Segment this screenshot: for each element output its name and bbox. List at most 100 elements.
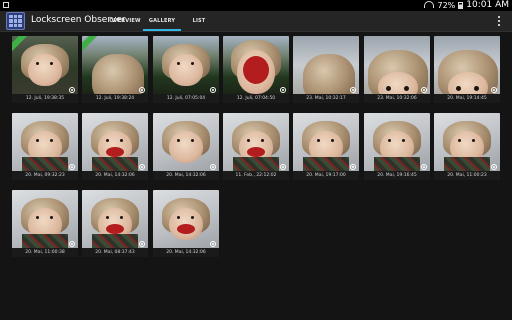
thumbnail-timestamp: 20. Mai, 19:16:45 — [364, 171, 430, 180]
puppet-sweater — [22, 234, 68, 248]
tab-list[interactable]: LIST — [183, 11, 215, 31]
puppet-sweater — [92, 157, 138, 171]
puppet-eye — [456, 86, 461, 91]
location-target-icon — [69, 164, 75, 170]
thumbnail-timestamp: 11. Feb., 22:12:02 — [223, 171, 289, 180]
tab-overview[interactable]: OVERVIEW — [105, 11, 145, 31]
gallery-thumbnail[interactable]: 12. Juli, 19:38:24 — [82, 36, 148, 103]
puppet-eye — [474, 86, 479, 91]
thumbnail-photo — [153, 190, 219, 248]
puppet-eye — [191, 62, 194, 65]
puppet-hair — [303, 54, 355, 94]
puppet-eye — [177, 139, 180, 142]
location-target-icon — [139, 87, 145, 93]
puppet-eye — [120, 216, 123, 219]
gallery-thumbnail[interactable]: 23. Mai, 10:32:06 — [364, 36, 430, 103]
puppet-eye — [177, 62, 180, 65]
battery-percent: 72% — [437, 1, 456, 10]
action-bar: Lockscreen Observer OVERVIEW GALLERY LIS… — [0, 11, 512, 32]
overflow-menu-icon[interactable] — [495, 14, 503, 28]
status-bar: 72% 10:01 AM — [0, 0, 512, 11]
location-target-icon — [210, 241, 216, 247]
puppet-eye — [106, 139, 109, 142]
puppet-eye — [404, 86, 409, 91]
thumbnail-timestamp: 12. Juli, 19:38:24 — [82, 94, 148, 103]
puppet-eye — [386, 86, 391, 91]
thumbnail-photo — [434, 36, 500, 94]
gallery-thumbnail[interactable]: 20. Mai, 14:32:06 — [153, 113, 219, 180]
gallery-thumbnail[interactable]: 20. Mai, 14:32:06 — [153, 190, 219, 257]
location-target-icon — [421, 87, 427, 93]
thumbnail-timestamp: 20. Mai, 19:17:00 — [293, 171, 359, 180]
gallery-thumbnail[interactable]: 12. Juli, 19:38:35 — [12, 36, 78, 103]
puppet-eye — [191, 216, 194, 219]
location-target-icon — [280, 164, 286, 170]
gallery-thumbnail[interactable]: 20. Mai, 19:17:00 — [293, 113, 359, 180]
location-target-icon — [350, 164, 356, 170]
puppet-eye — [50, 62, 53, 65]
wifi-icon — [424, 1, 435, 8]
app-icon[interactable] — [6, 12, 25, 30]
thumbnail-photo — [153, 36, 219, 94]
location-target-icon — [350, 87, 356, 93]
thumbnail-photo — [223, 113, 289, 171]
puppet-sweater — [92, 234, 138, 248]
thumbnail-timestamp: 23. Mai, 10:32:06 — [364, 94, 430, 103]
thumbnail-timestamp: 23. Mai, 10:32:17 — [293, 94, 359, 103]
puppet-eye — [177, 216, 180, 219]
gallery-thumbnail[interactable]: 23. Mai, 10:32:17 — [293, 36, 359, 103]
location-target-icon — [491, 164, 497, 170]
puppet-sweater — [374, 157, 420, 171]
puppet-mouth — [177, 224, 195, 234]
puppet-eye — [472, 139, 475, 142]
thumbnail-timestamp: 20. Mai, 11:00:38 — [12, 248, 78, 257]
gallery-thumbnail[interactable]: 20. Mai, 19:14:45 — [434, 36, 500, 103]
location-target-icon — [280, 87, 286, 93]
puppet-eye — [120, 139, 123, 142]
thumbnail-photo — [293, 36, 359, 94]
thumbnail-timestamp: 20. Mai, 11:00:23 — [434, 171, 500, 180]
gallery-thumbnail[interactable]: 20. Mai, 09:32:23 — [12, 113, 78, 180]
thumbnail-timestamp: 20. Mai, 09:32:23 — [12, 171, 78, 180]
gallery-thumbnail[interactable]: 20. Mai, 19:16:45 — [364, 113, 430, 180]
location-target-icon — [139, 241, 145, 247]
gallery-thumbnail[interactable]: 11. Feb., 22:12:02 — [223, 113, 289, 180]
puppet-eye — [106, 216, 109, 219]
location-target-icon — [69, 241, 75, 247]
gallery-thumbnail[interactable]: 12. Juli, 07:04:50 — [223, 36, 289, 103]
photo-gallery-grid: 12. Juli, 19:38:35 12. Juli, 19:38:24 12. … — [0, 32, 512, 320]
location-target-icon — [210, 164, 216, 170]
puppet-eye — [50, 139, 53, 142]
thumbnail-photo — [82, 113, 148, 171]
status-icons: 72% 10:01 AM — [424, 0, 509, 11]
puppet-face — [378, 72, 418, 94]
gallery-thumbnail[interactable]: 20. Mai, 11:00:38 — [12, 190, 78, 257]
puppet-face — [169, 54, 203, 86]
gallery-notification-icon — [3, 2, 9, 8]
location-target-icon — [139, 164, 145, 170]
puppet-eye — [331, 139, 334, 142]
gallery-thumbnail[interactable]: 20. Mai, 08:37:43 — [82, 190, 148, 257]
thumbnail-timestamp: 20. Mai, 14:32:06 — [153, 248, 219, 257]
thumbnail-photo — [293, 113, 359, 171]
puppet-sweater — [22, 157, 68, 171]
thumbnail-photo — [82, 36, 148, 94]
location-target-icon — [491, 87, 497, 93]
gallery-thumbnail[interactable]: 20. Mai, 14:32:06 — [82, 113, 148, 180]
puppet-eye — [36, 139, 39, 142]
notification-area — [3, 0, 9, 11]
puppet-eye — [247, 139, 250, 142]
thumbnail-timestamp: 12. Juli, 19:38:35 — [12, 94, 78, 103]
puppet-eye — [458, 139, 461, 142]
thumbnail-timestamp: 20. Mai, 08:37:43 — [82, 248, 148, 257]
thumbnail-photo — [434, 113, 500, 171]
battery-icon — [458, 2, 464, 9]
gallery-thumbnail[interactable]: 12. Juli, 07:05:04 — [153, 36, 219, 103]
puppet-face — [28, 54, 62, 86]
puppet-face — [448, 72, 488, 94]
gallery-thumbnail[interactable]: 20. Mai, 11:00:23 — [434, 113, 500, 180]
tab-gallery[interactable]: GALLERY — [143, 11, 181, 31]
puppet-mouth — [243, 56, 269, 84]
puppet-sweater — [303, 157, 349, 171]
thumbnail-photo — [153, 113, 219, 171]
